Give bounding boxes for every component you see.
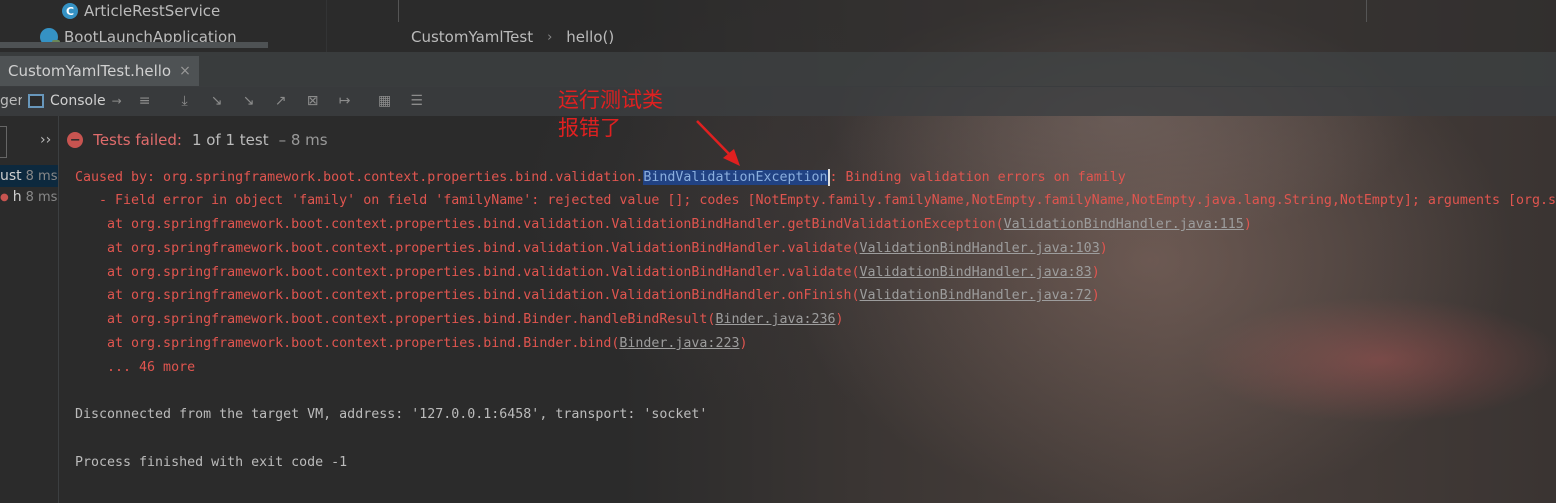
console-line-stack: at org.springframework.boot.context.prop… bbox=[75, 265, 1100, 280]
console-line-disconnected: Disconnected from the target VM, address… bbox=[75, 407, 708, 422]
stack-link[interactable]: Binder.java:223 bbox=[619, 336, 739, 351]
run-tab-label: CustomYamlTest.hello bbox=[8, 62, 172, 80]
test-results-tree: ust 8 ms ● h 8 ms bbox=[0, 116, 59, 503]
annotation-line-1: 运行测试类 bbox=[558, 88, 663, 112]
test-status-row: ›› − Tests failed: 1 of 1 test – 8 ms bbox=[40, 124, 328, 156]
expand-icon[interactable]: ›› bbox=[40, 132, 51, 148]
step-out-icon[interactable]: ↗ bbox=[272, 93, 290, 109]
console-line-stack: at org.springframework.boot.context.prop… bbox=[75, 288, 1100, 303]
tests-failed-count: 1 of 1 test bbox=[191, 131, 269, 149]
editor-breadcrumb-bar: CustomYamlTest › hello() bbox=[326, 0, 1556, 52]
evaluate-expression-icon[interactable]: ▦ bbox=[376, 93, 394, 109]
run-toolbar: ger Console → ≡ ⤓ ↘ ↘ ↗ ⊠ ↦ ▦ ☰ bbox=[0, 86, 1556, 116]
stack-link[interactable]: ValidationBindHandler.java:83 bbox=[860, 265, 1092, 280]
force-step-into-icon[interactable]: ↘ bbox=[240, 93, 258, 109]
tree-item-article-rest-service[interactable]: C ArticleRestService bbox=[62, 2, 220, 20]
selected-text: BindValidationException bbox=[643, 170, 828, 185]
console-line-stack: at org.springframework.boot.context.prop… bbox=[75, 336, 748, 351]
tree-item-label: ArticleRestService bbox=[84, 2, 221, 20]
run-to-cursor-icon[interactable]: ↦ bbox=[336, 93, 354, 109]
console-line-stack: at org.springframework.boot.context.prop… bbox=[75, 241, 1108, 256]
step-over-icon[interactable]: ⤓ bbox=[176, 93, 194, 109]
tests-failed-label: Tests failed: bbox=[93, 131, 182, 149]
test-tree-item-method[interactable]: ● h 8 ms bbox=[0, 189, 57, 205]
console-line-exit-code: Process finished with exit code -1 bbox=[75, 455, 348, 470]
fail-icon: ● bbox=[0, 191, 9, 203]
console-line-stack: at org.springframework.boot.context.prop… bbox=[75, 217, 1252, 232]
class-icon: C bbox=[62, 3, 78, 19]
console-line-stack: at org.springframework.boot.context.prop… bbox=[75, 312, 844, 327]
annotation-text: 运行测试类 报错了 bbox=[558, 86, 663, 142]
run-tab[interactable]: CustomYamlTest.hello × bbox=[0, 56, 199, 86]
console-line-field-error: - Field error in object 'family' on fiel… bbox=[75, 193, 1556, 208]
tab-console[interactable]: Console → bbox=[28, 93, 122, 109]
stack-link[interactable]: Binder.java:236 bbox=[715, 312, 835, 327]
breadcrumb-item-method[interactable]: hello() bbox=[566, 28, 614, 46]
chevron-right-icon: › bbox=[547, 29, 553, 45]
console-output[interactable]: Caused by: org.springframework.boot.cont… bbox=[60, 164, 1556, 503]
horizontal-scrollbar[interactable] bbox=[0, 42, 268, 48]
debugger-tab-partial[interactable]: ger bbox=[0, 93, 22, 109]
console-icon bbox=[28, 94, 44, 108]
panel-edge bbox=[0, 126, 7, 158]
divider bbox=[398, 0, 399, 22]
console-line-more: ... 46 more bbox=[75, 360, 196, 375]
stack-link[interactable]: ValidationBindHandler.java:103 bbox=[860, 241, 1100, 256]
trace-icon[interactable]: ☰ bbox=[408, 93, 426, 109]
show-frames-icon[interactable]: ≡ bbox=[136, 93, 154, 109]
tests-duration: – 8 ms bbox=[278, 131, 328, 149]
annotation-line-2: 报错了 bbox=[558, 116, 621, 140]
tab-console-label: Console bbox=[50, 93, 106, 109]
test-tree-item-class[interactable]: ust 8 ms bbox=[0, 165, 58, 187]
run-tab-bar: CustomYamlTest.hello × bbox=[0, 52, 1556, 87]
step-into-icon[interactable]: ↘ bbox=[208, 93, 226, 109]
stack-link[interactable]: ValidationBindHandler.java:115 bbox=[1004, 217, 1244, 232]
breadcrumb-item-class[interactable]: CustomYamlTest bbox=[411, 28, 533, 46]
stack-link[interactable]: ValidationBindHandler.java:72 bbox=[860, 288, 1092, 303]
close-icon[interactable]: × bbox=[179, 63, 191, 79]
error-icon: − bbox=[67, 132, 84, 148]
drop-frame-icon[interactable]: ⊠ bbox=[304, 93, 322, 109]
breadcrumb: CustomYamlTest › hello() bbox=[411, 28, 614, 46]
pin-arrow-icon[interactable]: → bbox=[112, 94, 122, 108]
console-line-caused-by: Caused by: org.springframework.boot.cont… bbox=[75, 168, 1126, 186]
divider bbox=[1366, 0, 1367, 22]
project-tree: C ArticleRestService BootLaunchApplicati… bbox=[0, 0, 327, 52]
